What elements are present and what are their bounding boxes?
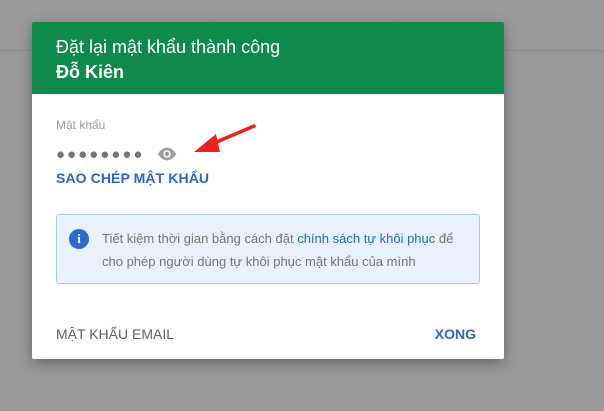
email-password-button[interactable]: MẬT KHẨU EMAIL — [56, 326, 174, 342]
info-text: Tiết kiệm thời gian bằng cách đặt chính … — [102, 227, 472, 273]
password-value: ●●●●●●●● — [56, 145, 145, 163]
recovery-policy-link[interactable]: chính sách tự khôi phục — [297, 231, 435, 246]
dialog-title: Đặt lại mật khẩu thành công — [56, 37, 281, 57]
info-text-before: Tiết kiệm thời gian bằng cách đặt — [102, 231, 298, 246]
eye-icon[interactable] — [156, 146, 178, 162]
copy-password-button[interactable]: SAO CHÉP MẬT KHẨU — [56, 170, 209, 186]
password-label: Mật khẩu — [56, 118, 106, 132]
dialog-header: Đặt lại mật khẩu thành công Đỗ Kiên — [32, 22, 504, 94]
user-name: Đỗ Kiên — [56, 62, 125, 82]
done-button[interactable]: XONG — [435, 326, 476, 342]
password-row: ●●●●●●●● — [56, 144, 178, 164]
password-reset-dialog: Đặt lại mật khẩu thành công Đỗ Kiên Mật … — [32, 22, 504, 359]
info-icon: i — [69, 229, 89, 249]
info-box: i Tiết kiệm thời gian bằng cách đặt chín… — [56, 214, 480, 284]
